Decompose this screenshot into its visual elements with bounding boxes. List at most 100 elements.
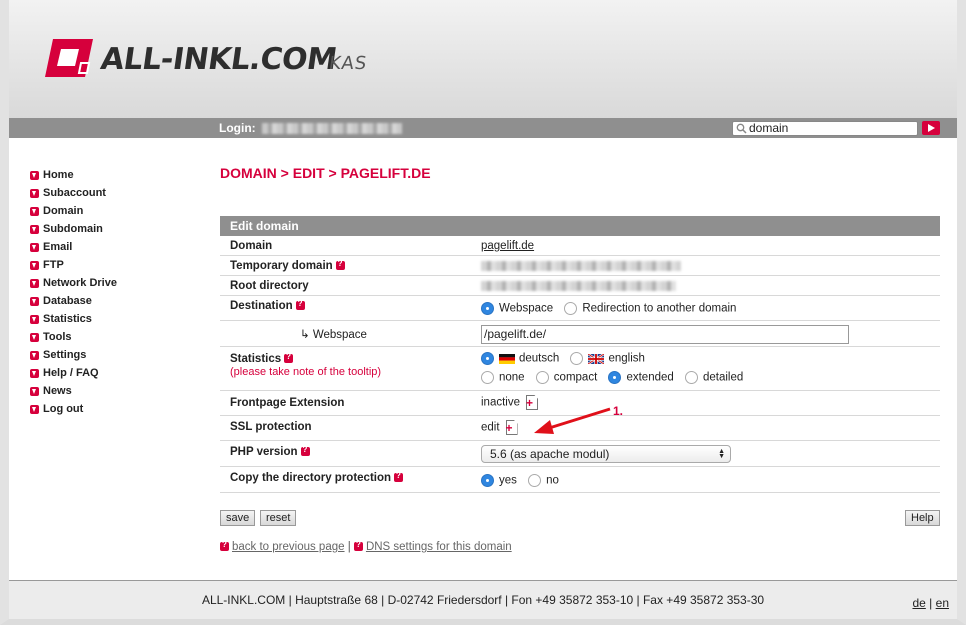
- domain-label: Domain: [230, 240, 273, 252]
- reset-button[interactable]: reset: [260, 510, 297, 526]
- save-button[interactable]: save: [220, 510, 256, 526]
- domain-link[interactable]: pagelift.de: [481, 240, 534, 252]
- page-title: DOMAIN > EDIT > PAGELIFT.DE: [220, 165, 431, 181]
- german-flag-icon: [499, 353, 515, 364]
- row-webspace: ↳ Webspace /pagelift.de/: [220, 321, 940, 347]
- copy-protection-yes-option[interactable]: yes: [481, 474, 517, 487]
- login-user-redacted: [262, 123, 402, 135]
- nav-item-ftp[interactable]: FTP: [30, 256, 200, 274]
- help-tooltip-icon[interactable]: [335, 259, 345, 271]
- help-tooltip-icon[interactable]: [394, 471, 404, 483]
- nav-bullet-icon: [30, 260, 39, 270]
- statistics-lang-deutsch-option[interactable]: deutsch: [481, 352, 559, 365]
- login-label: Login:: [219, 121, 256, 135]
- help-tooltip-icon[interactable]: [295, 299, 305, 311]
- row-destination: Destination Webspace Redirection to anot…: [220, 296, 940, 321]
- nav-item-label: Log out: [43, 403, 84, 415]
- help-button[interactable]: Help: [905, 510, 940, 526]
- nav-item-email[interactable]: Email: [30, 238, 200, 256]
- radio-unselected-icon: [535, 371, 549, 384]
- nav-item-database[interactable]: Database: [30, 292, 200, 310]
- annotation-arrow-icon: [534, 407, 611, 434]
- nav-item-statistics[interactable]: Statistics: [30, 310, 200, 328]
- radio-unselected-icon: [481, 371, 494, 384]
- statistics-mode-extended-option[interactable]: extended: [608, 371, 674, 384]
- ssl-edit-icon[interactable]: [505, 420, 518, 435]
- radio-unselected-icon: [528, 474, 542, 487]
- radio-selected-icon: [481, 302, 494, 315]
- php-version-select[interactable]: 5.6 (as apache modul) ▲ ▼: [481, 445, 731, 463]
- nav-bullet-icon: [30, 242, 39, 252]
- search-input[interactable]: domain: [732, 121, 918, 136]
- lang-separator: |: [929, 596, 933, 610]
- help-tooltip-icon[interactable]: [284, 352, 294, 364]
- back-link-icon: [220, 540, 229, 552]
- destination-redirection-option[interactable]: Redirection to another domain: [564, 302, 736, 315]
- radio-selected-icon: [608, 371, 622, 384]
- nav-item-log-out[interactable]: Log out: [30, 400, 200, 418]
- nav-item-label: Subdomain: [43, 223, 103, 235]
- nav-bullet-icon: [30, 350, 39, 360]
- statistics-mode-compact-option[interactable]: compact: [535, 371, 597, 384]
- dns-settings-link[interactable]: DNS settings for this domain: [366, 541, 512, 553]
- nav-bullet-icon: [30, 278, 39, 288]
- nav-item-network-drive[interactable]: Network Drive: [30, 274, 200, 292]
- lang-de-link[interactable]: de: [912, 596, 925, 610]
- sidebar-nav: Home Subaccount Domain Subdomain Email F…: [30, 166, 200, 418]
- nav-bullet-icon: [30, 206, 39, 216]
- nav-item-label: Network Drive: [43, 277, 117, 289]
- nav-item-settings[interactable]: Settings: [30, 346, 200, 364]
- nav-item-news[interactable]: News: [30, 382, 200, 400]
- statistics-mode-none-option[interactable]: none: [481, 371, 525, 384]
- nav-bullet-icon: [30, 188, 39, 198]
- row-php-version: PHP version 5.6 (as apache modul) ▲▼: [220, 441, 940, 467]
- frontpage-status: inactive: [481, 396, 520, 409]
- search-icon: [736, 123, 747, 134]
- login-info: Login:: [219, 121, 402, 135]
- search-go-button[interactable]: [922, 121, 940, 135]
- destination-label: Destination: [230, 300, 293, 312]
- php-version-label: PHP version: [230, 446, 298, 458]
- uk-flag-icon: [588, 353, 605, 364]
- footer-address: ALL-INKL.COM | Hauptstraße 68 | D-02742 …: [201, 593, 765, 607]
- nav-item-label: Help / FAQ: [43, 367, 99, 379]
- statistics-lang-english-option[interactable]: english: [570, 352, 645, 365]
- nav-item-home[interactable]: Home: [30, 166, 200, 184]
- root-directory-label: Root directory: [230, 280, 309, 292]
- select-arrows-icon: ▲ ▼: [718, 448, 725, 460]
- nav-item-label: Statistics: [43, 313, 92, 325]
- row-statistics: Statistics (please take note of the tool…: [220, 347, 940, 391]
- radio-unselected-icon: [570, 352, 584, 365]
- panel-title: Edit domain: [220, 216, 940, 236]
- row-root-directory: Root directory: [220, 276, 940, 296]
- webspace-path-input[interactable]: /pagelift.de/: [481, 325, 849, 344]
- nav-item-label: Tools: [43, 331, 72, 343]
- top-bar: Login: domain: [9, 118, 957, 138]
- help-tooltip-icon[interactable]: [300, 445, 310, 457]
- search-value: domain: [749, 121, 789, 135]
- nav-item-subaccount[interactable]: Subaccount: [30, 184, 200, 202]
- radio-selected-icon: [481, 474, 494, 487]
- destination-webspace-option[interactable]: Webspace: [481, 302, 553, 315]
- radio-selected-icon: [481, 352, 494, 365]
- nav-item-domain[interactable]: Domain: [30, 202, 200, 220]
- lang-en-link[interactable]: en: [936, 596, 949, 610]
- back-to-previous-page-link[interactable]: back to previous page: [232, 541, 345, 553]
- nav-item-subdomain[interactable]: Subdomain: [30, 220, 200, 238]
- bottom-links: back to previous page | DNS settings for…: [220, 540, 512, 553]
- brand-sub: KAS: [327, 53, 369, 74]
- nav-bullet-icon: [30, 224, 39, 234]
- edit-domain-panel: Edit domain Domain pagelift.de Temporary…: [220, 216, 940, 493]
- nav-bullet-icon: [30, 386, 39, 396]
- nav-bullet-icon: [30, 296, 39, 306]
- statistics-mode-detailed-option[interactable]: detailed: [685, 371, 743, 384]
- nav-item-tools[interactable]: Tools: [30, 328, 200, 346]
- nav-item-label: Domain: [43, 205, 84, 217]
- nav-item-help-faq[interactable]: Help / FAQ: [30, 364, 200, 382]
- copy-protection-no-option[interactable]: no: [528, 474, 559, 487]
- nav-bullet-icon: [30, 170, 39, 180]
- footer: ALL-INKL.COM | Hauptstraße 68 | D-02742 …: [9, 580, 957, 619]
- nav-item-label: Subaccount: [43, 187, 106, 199]
- brand-logo-icon: [45, 39, 93, 77]
- ssl-protection-label: SSL protection: [230, 421, 312, 433]
